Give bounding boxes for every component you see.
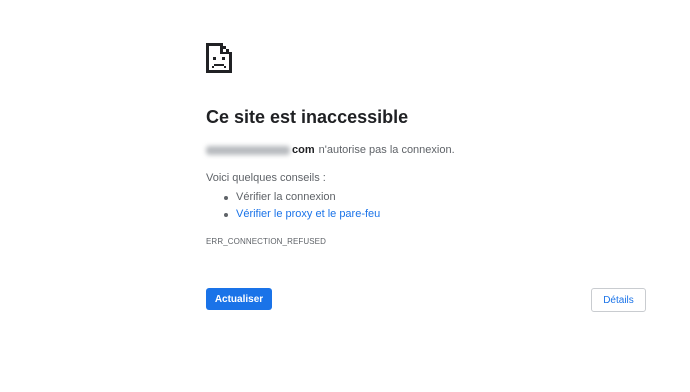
reload-button[interactable]: Actualiser bbox=[206, 288, 272, 310]
tips-list: Vérifier la connexion Vérifier le proxy … bbox=[206, 189, 380, 223]
sad-page-icon bbox=[206, 43, 232, 73]
tip-check-connection: Vérifier la connexion bbox=[206, 189, 380, 206]
hostname-suffix: com bbox=[292, 144, 315, 156]
error-code: ERR_CONNECTION_REFUSED bbox=[206, 237, 326, 246]
page-title: Ce site est inaccessible bbox=[206, 107, 409, 127]
details-button[interactable]: Détails bbox=[591, 288, 646, 312]
error-page: Ce site est inaccessible xxxxxxxxxxxx co… bbox=[0, 0, 690, 392]
error-description: xxxxxxxxxxxx com n'autorise pas la conne… bbox=[206, 144, 455, 156]
redacted-hostname: xxxxxxxxxxxx bbox=[206, 145, 290, 155]
tip-check-proxy-firewall-link[interactable]: Vérifier le proxy et le pare-feu bbox=[206, 206, 380, 223]
description-text: n'autorise pas la connexion. bbox=[318, 144, 455, 156]
tips-heading: Voici quelques conseils : bbox=[206, 172, 326, 184]
